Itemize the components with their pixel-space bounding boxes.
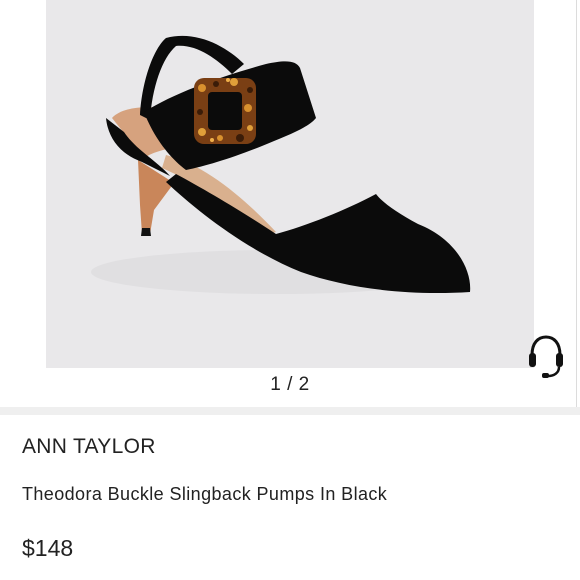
shoe-photo bbox=[91, 35, 471, 294]
product-title: Theodora Buckle Slingback Pumps In Black bbox=[22, 484, 388, 504]
support-button[interactable] bbox=[526, 333, 566, 379]
section-divider bbox=[0, 407, 580, 415]
screen-edge-line bbox=[576, 0, 577, 410]
gallery-position-indicator: 1 / 2 bbox=[270, 374, 310, 395]
product-image[interactable] bbox=[46, 0, 534, 368]
product-price: $148 bbox=[22, 535, 74, 561]
product-brand[interactable]: ANN TAYLOR bbox=[22, 435, 156, 459]
product-screen: 1 / 2 ANN TAYLOR Theodora Buckle Slingba… bbox=[0, 0, 580, 580]
headset-icon bbox=[529, 335, 563, 378]
